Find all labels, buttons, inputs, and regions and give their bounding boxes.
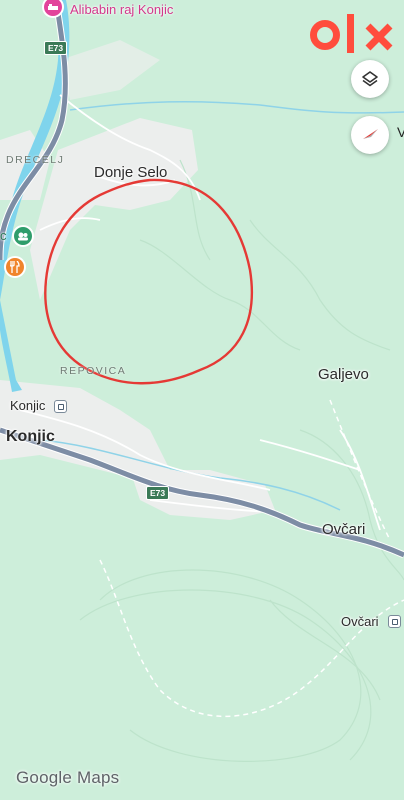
place-label-konjic[interactable]: Konjic	[6, 428, 55, 446]
olx-logo	[310, 14, 393, 53]
place-label-ovcari[interactable]: Ovčari	[322, 521, 365, 538]
railway	[99, 559, 404, 718]
place-label-donje-selo[interactable]: Donje Selo	[94, 164, 167, 181]
annotation-circle	[44, 178, 254, 385]
place-label-galjevo[interactable]: Galjevo	[318, 366, 369, 383]
layers-icon	[362, 71, 378, 87]
river-bend	[0, 300, 22, 392]
district-label-repovica: REPOVICA	[60, 365, 127, 377]
train-station-icon-ovcari[interactable]	[388, 615, 401, 628]
compass-icon	[363, 129, 378, 139]
stream	[69, 100, 404, 114]
district-label-drecelj: DRECELJ	[6, 154, 65, 166]
compass-button[interactable]	[351, 116, 389, 154]
urban-areas	[0, 40, 275, 520]
place-label-alibabin[interactable]: Alibabin raj Konjic	[70, 2, 173, 17]
station-label-ovcari[interactable]: Ovčari	[341, 614, 379, 629]
park-pin-icon[interactable]	[12, 225, 34, 247]
train-station-icon[interactable]	[54, 400, 67, 413]
restaurant-pin-icon[interactable]	[4, 256, 26, 278]
poi-label-partial[interactable]: c	[0, 228, 7, 243]
station-label-konjic[interactable]: Konjic	[10, 398, 45, 413]
layers-button[interactable]	[351, 60, 389, 98]
maps-wordmark: Maps	[76, 768, 120, 787]
road-shield-e73: E73	[44, 41, 68, 55]
google-wordmark: Google	[16, 768, 73, 787]
google-maps-logo: Google Maps	[16, 768, 119, 788]
road-shield-e73-south: E73	[146, 486, 170, 500]
edge-label-partial: V	[397, 124, 404, 140]
